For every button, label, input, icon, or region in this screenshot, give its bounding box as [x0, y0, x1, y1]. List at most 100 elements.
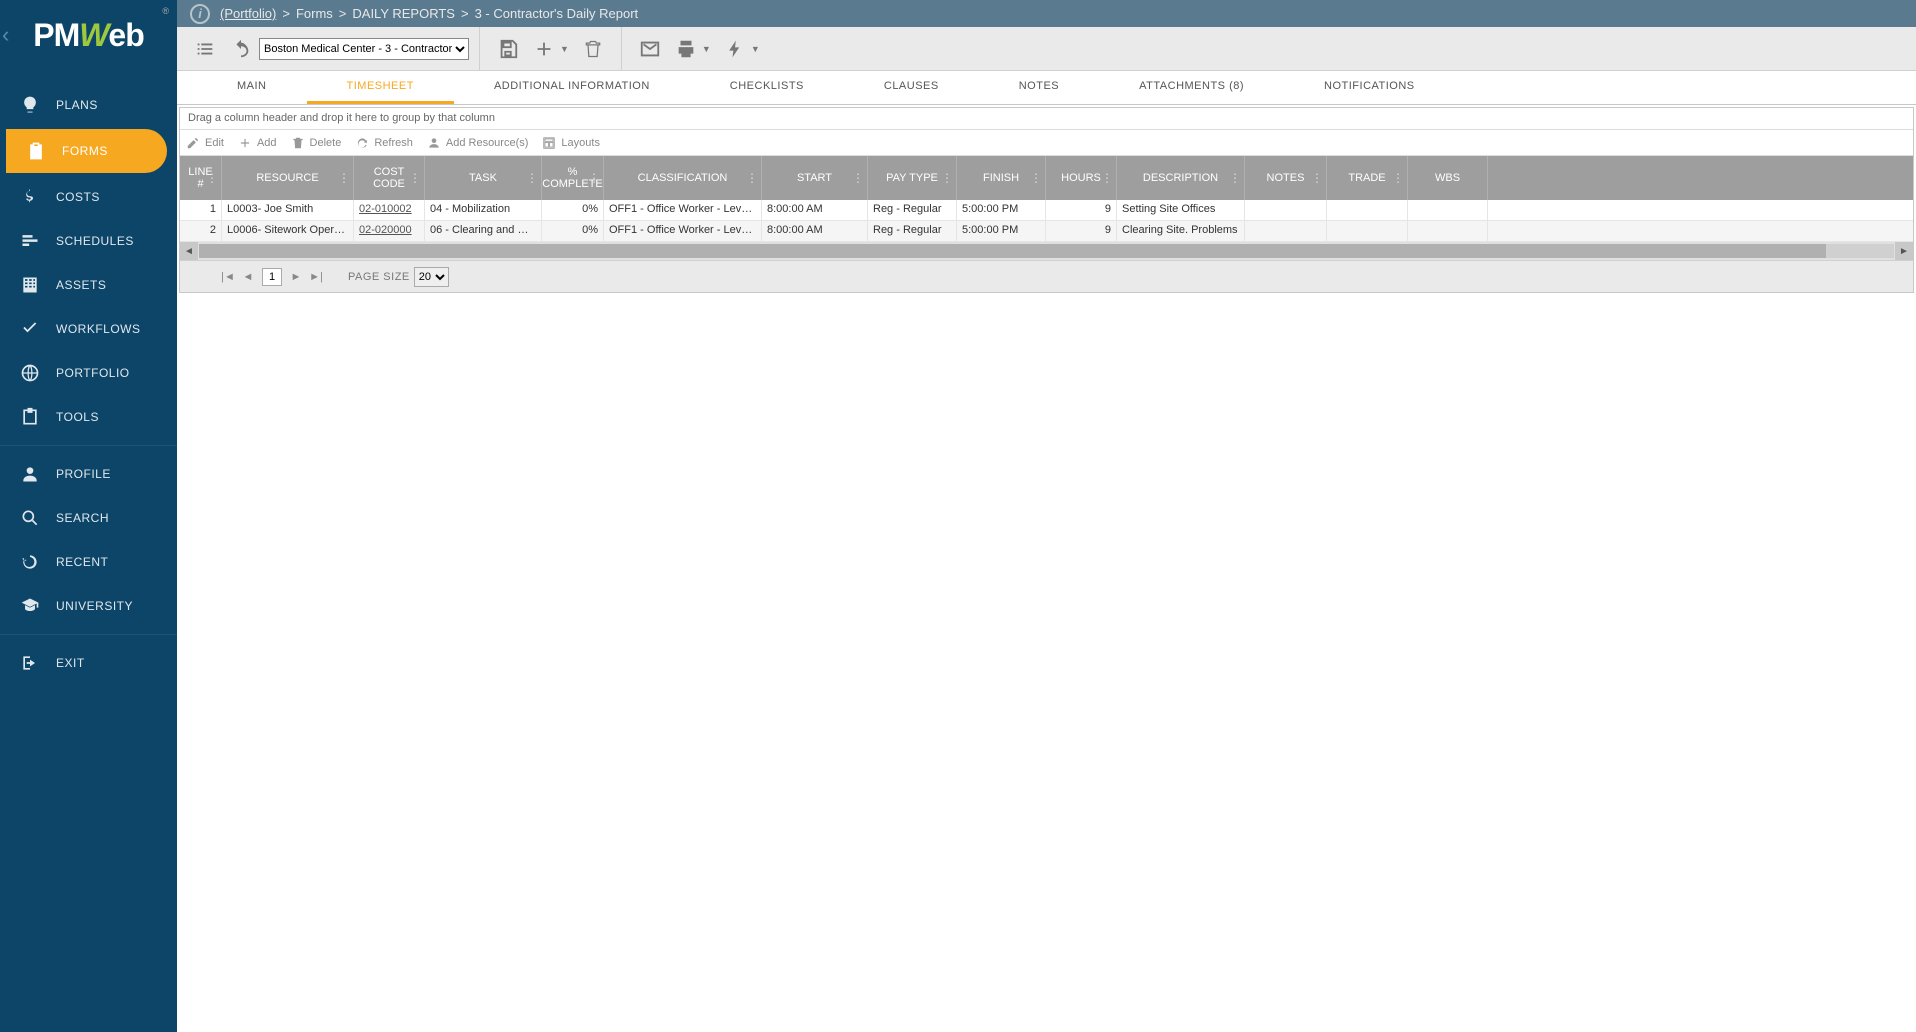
column-menu-icon[interactable]: ⋮: [1030, 171, 1042, 185]
horizontal-scrollbar[interactable]: ◄ ►: [180, 242, 1913, 260]
sidebar-item-workflows[interactable]: WORKFLOWS: [0, 307, 177, 351]
col-cost-code[interactable]: COST CODE⋮: [354, 156, 425, 200]
col-wbs[interactable]: WBS: [1408, 156, 1488, 200]
grid-refresh-button[interactable]: Refresh: [355, 136, 413, 150]
delete-icon[interactable]: [579, 35, 607, 63]
tab-timesheet[interactable]: TIMESHEET: [307, 71, 454, 104]
chevron-down-icon[interactable]: ▼: [702, 44, 711, 54]
sidebar-item-assets[interactable]: ASSETS: [0, 263, 177, 307]
column-menu-icon[interactable]: ⋮: [1311, 171, 1323, 185]
sidebar-item-search[interactable]: SEARCH: [0, 496, 177, 540]
tab-attachments[interactable]: ATTACHMENTS (8): [1099, 71, 1284, 104]
col-task[interactable]: TASK⋮: [425, 156, 542, 200]
sidebar-item-recent[interactable]: RECENT: [0, 540, 177, 584]
logo[interactable]: ‹ PMWeb ®: [0, 0, 177, 71]
column-menu-icon[interactable]: ⋮: [338, 171, 350, 185]
info-icon[interactable]: i: [190, 4, 210, 24]
history-icon: [18, 550, 42, 574]
column-menu-icon[interactable]: ⋮: [852, 171, 864, 185]
sidebar-item-university[interactable]: UNIVERSITY: [0, 584, 177, 628]
tab-checklists[interactable]: CHECKLISTS: [690, 71, 844, 104]
clipboard-icon: [24, 139, 48, 163]
grid-add-resources-button[interactable]: Add Resource(s): [427, 136, 529, 150]
column-menu-icon[interactable]: ⋮: [409, 171, 421, 185]
sidebar-item-label: PROFILE: [56, 467, 111, 481]
column-menu-icon[interactable]: ⋮: [1392, 171, 1404, 185]
col-trade[interactable]: TRADE⋮: [1327, 156, 1408, 200]
grid-header: LINE #⋮ RESOURCE⋮ COST CODE⋮ TASK⋮ % COM…: [180, 156, 1913, 200]
last-page-icon[interactable]: ►|: [308, 269, 324, 285]
sidebar-item-tools[interactable]: TOOLS: [0, 395, 177, 439]
col-start[interactable]: START⋮: [762, 156, 868, 200]
breadcrumb: i (Portfolio) > Forms > DAILY REPORTS > …: [0, 0, 1916, 27]
sidebar-item-portfolio[interactable]: PORTFOLIO: [0, 351, 177, 395]
column-menu-icon[interactable]: ⋮: [941, 171, 953, 185]
col-classification[interactable]: CLASSIFICATION⋮: [604, 156, 762, 200]
col-description[interactable]: DESCRIPTION⋮: [1117, 156, 1245, 200]
col-resource[interactable]: RESOURCE⋮: [222, 156, 354, 200]
col-hours[interactable]: HOURS⋮: [1046, 156, 1117, 200]
list-icon[interactable]: [191, 35, 219, 63]
table-row[interactable]: 1 L0003- Joe Smith 02-010002 04 - Mobili…: [180, 200, 1913, 221]
exit-icon: [18, 651, 42, 675]
sidebar: ‹ PMWeb ® PLANS FORMS COSTS SCHEDULES AS…: [0, 0, 177, 1032]
next-page-icon[interactable]: ►: [288, 269, 304, 285]
page-size-select[interactable]: 20: [414, 267, 449, 287]
column-menu-icon[interactable]: ⋮: [588, 171, 600, 185]
table-row[interactable]: 2 L0006- Sitework Operator 02-020000 06 …: [180, 221, 1913, 242]
main-area: Boston Medical Center - 3 - Contractor's…: [177, 27, 1916, 1032]
breadcrumb-dailyreports[interactable]: DAILY REPORTS: [352, 6, 455, 21]
grid-layouts-button[interactable]: Layouts: [542, 136, 600, 150]
tab-notes[interactable]: NOTES: [979, 71, 1099, 104]
sidebar-item-schedules[interactable]: SCHEDULES: [0, 219, 177, 263]
sidebar-item-label: PORTFOLIO: [56, 366, 130, 380]
scroll-left-icon[interactable]: ◄: [180, 242, 198, 260]
timesheet-grid: Drag a column header and drop it here to…: [179, 107, 1914, 293]
column-menu-icon[interactable]: ⋮: [206, 171, 218, 185]
col-line[interactable]: LINE #⋮: [180, 156, 222, 200]
breadcrumb-portfolio[interactable]: (Portfolio): [220, 6, 276, 21]
col-notes[interactable]: NOTES⋮: [1245, 156, 1327, 200]
sidebar-item-exit[interactable]: EXIT: [0, 641, 177, 685]
sidebar-item-costs[interactable]: COSTS: [0, 175, 177, 219]
col-pct-complete[interactable]: % COMPLETE⋮: [542, 156, 604, 200]
chevron-down-icon[interactable]: ▼: [751, 44, 760, 54]
print-icon[interactable]: [672, 35, 700, 63]
pager: |◄ ◄ ► ►| PAGE SIZE 20: [180, 260, 1913, 292]
tab-main[interactable]: MAIN: [197, 71, 307, 104]
grid-add-button[interactable]: Add: [238, 136, 277, 150]
grid-edit-button[interactable]: Edit: [186, 136, 224, 150]
sidebar-item-label: PLANS: [56, 98, 98, 112]
cost-code-link: 02-020000: [359, 224, 412, 236]
mail-icon[interactable]: [636, 35, 664, 63]
tab-clauses[interactable]: CLAUSES: [844, 71, 979, 104]
record-selector[interactable]: Boston Medical Center - 3 - Contractor's…: [259, 38, 469, 60]
prev-page-icon[interactable]: ◄: [240, 269, 256, 285]
sidebar-item-label: TOOLS: [56, 410, 99, 424]
tab-notifications[interactable]: NOTIFICATIONS: [1284, 71, 1455, 104]
col-pay-type[interactable]: PAY TYPE⋮: [868, 156, 957, 200]
sidebar-item-label: SCHEDULES: [56, 234, 134, 248]
group-drop-zone[interactable]: Drag a column header and drop it here to…: [180, 108, 1913, 130]
page-number-input[interactable]: [262, 268, 282, 286]
sidebar-item-profile[interactable]: PROFILE: [0, 452, 177, 496]
tab-additional-information[interactable]: ADDITIONAL INFORMATION: [454, 71, 690, 104]
scroll-right-icon[interactable]: ►: [1895, 242, 1913, 260]
col-finish[interactable]: FINISH⋮: [957, 156, 1046, 200]
grid-delete-button[interactable]: Delete: [291, 136, 342, 150]
sidebar-item-label: EXIT: [56, 656, 85, 670]
page-size-label: PAGE SIZE: [348, 271, 410, 283]
chevron-down-icon[interactable]: ▼: [560, 44, 569, 54]
add-icon[interactable]: [530, 35, 558, 63]
sidebar-item-plans[interactable]: PLANS: [0, 83, 177, 127]
save-icon[interactable]: [494, 35, 522, 63]
bolt-icon[interactable]: [721, 35, 749, 63]
column-menu-icon[interactable]: ⋮: [1101, 171, 1113, 185]
first-page-icon[interactable]: |◄: [220, 269, 236, 285]
breadcrumb-forms[interactable]: Forms: [296, 6, 333, 21]
column-menu-icon[interactable]: ⋮: [1229, 171, 1241, 185]
column-menu-icon[interactable]: ⋮: [526, 171, 538, 185]
undo-icon[interactable]: [227, 35, 255, 63]
column-menu-icon[interactable]: ⋮: [746, 171, 758, 185]
sidebar-item-forms[interactable]: FORMS: [6, 129, 167, 173]
